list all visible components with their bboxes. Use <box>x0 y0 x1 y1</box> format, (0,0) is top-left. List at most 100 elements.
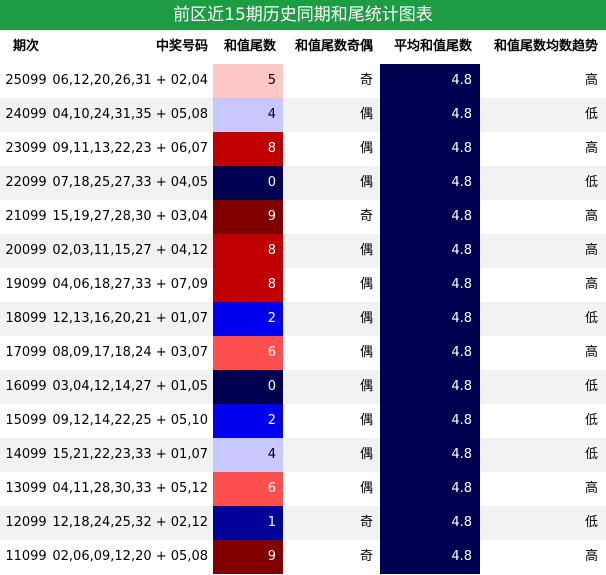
table-row: 24099 04,10,24,31,35 + 05,08 4 偶 4.8 低 <box>0 98 606 132</box>
cell-parity: 奇 <box>359 73 373 88</box>
cell-tail: 0 <box>213 166 283 200</box>
table-row: 22099 07,18,25,27,33 + 04,05 0 偶 4.8 低 <box>0 166 606 200</box>
cell-avg: 4.8 <box>380 200 480 234</box>
cell-trend: 高 <box>584 481 598 496</box>
table-row: 17099 08,09,17,18,24 + 03,07 6 偶 4.8 高 <box>0 336 606 370</box>
table-header: 期次 中奖号码 和值尾数 和值尾数奇偶 平均和值尾数 和值尾数均数趋势 <box>0 30 606 64</box>
cell-avg: 4.8 <box>380 506 480 540</box>
cell-trend: 高 <box>584 345 598 360</box>
cell-avg: 4.8 <box>380 166 480 200</box>
cell-numbers: 09,12,14,22,25 + 05,10 <box>52 413 208 428</box>
cell-numbers: 04,10,24,31,35 + 05,08 <box>52 107 208 122</box>
cell-period: 20099 <box>5 243 47 258</box>
cell-period: 16099 <box>5 379 47 394</box>
cell-avg: 4.8 <box>380 64 480 98</box>
cell-tail: 4 <box>213 98 283 132</box>
cell-avg: 4.8 <box>380 302 480 336</box>
cell-parity: 偶 <box>359 141 373 156</box>
cell-numbers: 02,03,11,15,27 + 04,12 <box>52 243 208 258</box>
cell-tail: 9 <box>213 200 283 234</box>
cell-parity: 偶 <box>359 481 373 496</box>
cell-avg: 4.8 <box>380 404 480 438</box>
cell-avg: 4.8 <box>380 540 480 574</box>
cell-numbers: 02,06,09,12,20 + 05,08 <box>52 549 208 564</box>
cell-trend: 低 <box>584 311 598 326</box>
cell-trend: 高 <box>584 549 598 564</box>
cell-tail: 2 <box>213 404 283 438</box>
cell-avg: 4.8 <box>380 98 480 132</box>
cell-period: 24099 <box>5 107 47 122</box>
cell-numbers: 07,18,25,27,33 + 04,05 <box>52 175 208 190</box>
cell-period: 22099 <box>5 175 47 190</box>
table-row: 15099 09,12,14,22,25 + 05,10 2 偶 4.8 低 <box>0 404 606 438</box>
cell-trend: 高 <box>584 141 598 156</box>
cell-parity: 偶 <box>359 311 373 326</box>
table-row: 12099 12,18,24,25,32 + 02,12 1 奇 4.8 低 <box>0 506 606 540</box>
cell-avg: 4.8 <box>380 472 480 506</box>
header-avg: 平均和值尾数 <box>393 39 472 54</box>
cell-tail: 1 <box>213 506 283 540</box>
cell-avg: 4.8 <box>380 438 480 472</box>
cell-parity: 奇 <box>359 549 373 564</box>
cell-parity: 偶 <box>359 413 373 428</box>
cell-trend: 低 <box>584 379 598 394</box>
cell-avg: 4.8 <box>380 234 480 268</box>
cell-avg: 4.8 <box>380 370 480 404</box>
table-row: 20099 02,03,11,15,27 + 04,12 8 偶 4.8 高 <box>0 234 606 268</box>
cell-parity: 偶 <box>359 379 373 394</box>
cell-period: 23099 <box>5 141 47 156</box>
cell-period: 15099 <box>5 413 47 428</box>
cell-trend: 低 <box>584 107 598 122</box>
cell-avg: 4.8 <box>380 336 480 370</box>
cell-parity: 偶 <box>359 277 373 292</box>
cell-parity: 偶 <box>359 345 373 360</box>
cell-period: 14099 <box>5 447 47 462</box>
header-parity: 和值尾数奇偶 <box>294 39 373 54</box>
cell-tail: 9 <box>213 540 283 574</box>
cell-period: 21099 <box>5 209 47 224</box>
table-row: 21099 15,19,27,28,30 + 03,04 9 奇 4.8 高 <box>0 200 606 234</box>
cell-period: 12099 <box>5 515 47 530</box>
cell-parity: 偶 <box>359 107 373 122</box>
cell-period: 25099 <box>5 73 47 88</box>
cell-numbers: 08,09,17,18,24 + 03,07 <box>52 345 208 360</box>
cell-tail: 2 <box>213 302 283 336</box>
table-row: 18099 12,13,16,20,21 + 01,07 2 偶 4.8 低 <box>0 302 606 336</box>
cell-parity: 奇 <box>359 209 373 224</box>
cell-numbers: 06,12,20,26,31 + 02,04 <box>52 73 208 88</box>
table-row: 16099 03,04,12,14,27 + 01,05 0 偶 4.8 低 <box>0 370 606 404</box>
cell-period: 18099 <box>5 311 47 326</box>
cell-tail: 5 <box>213 64 283 98</box>
cell-numbers: 04,06,18,27,33 + 07,09 <box>52 277 208 292</box>
cell-numbers: 12,18,24,25,32 + 02,12 <box>52 515 208 530</box>
cell-period: 17099 <box>5 345 47 360</box>
cell-tail: 4 <box>213 438 283 472</box>
cell-trend: 低 <box>584 447 598 462</box>
page-title: 前区近15期历史同期和尾统计图表 <box>0 0 606 30</box>
cell-parity: 偶 <box>359 447 373 462</box>
cell-tail: 6 <box>213 472 283 506</box>
cell-tail: 8 <box>213 234 283 268</box>
table-row: 13099 04,11,28,30,33 + 05,12 6 偶 4.8 高 <box>0 472 606 506</box>
cell-numbers: 12,13,16,20,21 + 01,07 <box>52 311 208 326</box>
cell-trend: 高 <box>584 277 598 292</box>
cell-trend: 高 <box>584 243 598 258</box>
cell-trend: 低 <box>584 515 598 530</box>
cell-trend: 低 <box>584 413 598 428</box>
table-row: 14099 15,21,22,23,33 + 01,07 4 偶 4.8 低 <box>0 438 606 472</box>
table-row: 23099 09,11,13,22,23 + 06,07 8 偶 4.8 高 <box>0 132 606 166</box>
cell-numbers: 04,11,28,30,33 + 05,12 <box>52 481 208 496</box>
cell-numbers: 15,21,22,23,33 + 01,07 <box>52 447 208 462</box>
cell-avg: 4.8 <box>380 268 480 302</box>
cell-period: 13099 <box>5 481 47 496</box>
cell-tail: 8 <box>213 268 283 302</box>
header-trend: 和值尾数均数趋势 <box>493 39 598 54</box>
cell-numbers: 15,19,27,28,30 + 03,04 <box>52 209 208 224</box>
table-row: 25099 06,12,20,26,31 + 02,04 5 奇 4.8 高 <box>0 64 606 98</box>
cell-parity: 奇 <box>359 515 373 530</box>
cell-trend: 低 <box>584 175 598 190</box>
cell-period: 19099 <box>5 277 47 292</box>
cell-parity: 偶 <box>359 175 373 190</box>
cell-parity: 偶 <box>359 243 373 258</box>
header-numbers: 中奖号码 <box>155 39 208 54</box>
